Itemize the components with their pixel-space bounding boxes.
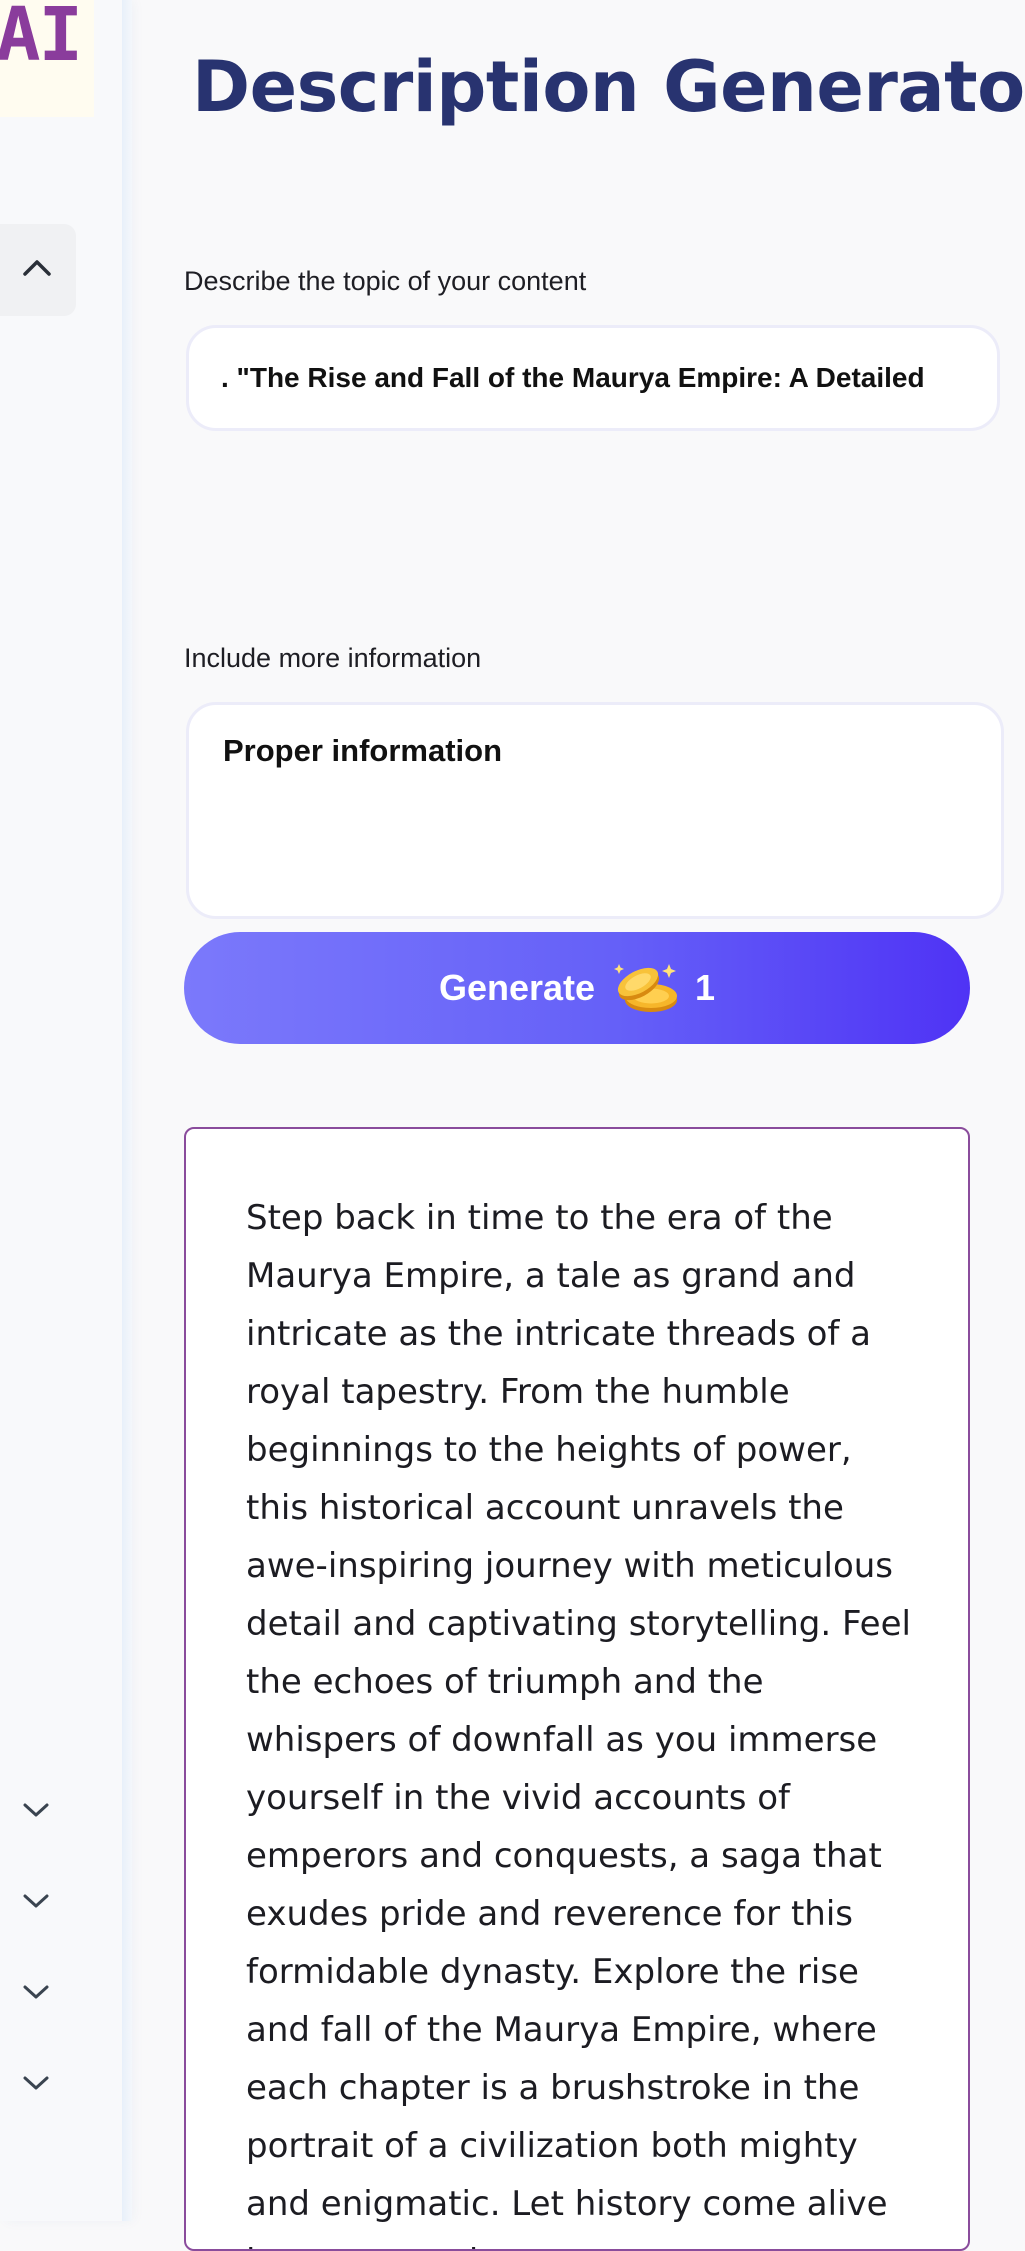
logo[interactable]: AI bbox=[0, 0, 94, 117]
logo-text: AI bbox=[0, 0, 83, 78]
sidebar-expand-item-1[interactable] bbox=[22, 1800, 50, 1820]
chevron-down-icon bbox=[23, 1894, 49, 1908]
info-textarea[interactable]: Proper information bbox=[186, 702, 1004, 919]
info-label: Include more information bbox=[184, 643, 482, 673]
topic-label: Describe the topic of your content bbox=[184, 266, 587, 296]
generated-description[interactable]: Step back in time to the era of the Maur… bbox=[246, 1189, 922, 2249]
sidebar-divider bbox=[122, 0, 132, 2221]
chevron-up-icon bbox=[23, 260, 51, 276]
output-panel: Step back in time to the era of the Maur… bbox=[184, 1127, 970, 2251]
chevron-down-icon bbox=[23, 1985, 49, 1999]
page-title: Description Generator bbox=[192, 46, 1025, 128]
sidebar-expand-item-2[interactable] bbox=[22, 1891, 50, 1911]
sidebar-expand-item-4[interactable] bbox=[22, 2073, 50, 2093]
chevron-down-icon bbox=[23, 2076, 49, 2090]
chevron-down-icon bbox=[23, 1803, 49, 1817]
generate-cost: 1 bbox=[695, 967, 716, 1008]
sidebar-collapse-button[interactable] bbox=[0, 224, 76, 316]
coins-icon bbox=[609, 958, 681, 1018]
generate-label: Generate bbox=[438, 967, 596, 1008]
generate-button[interactable]: Generate 1 bbox=[184, 932, 970, 1044]
topic-input[interactable] bbox=[186, 325, 1000, 431]
sidebar: AI bbox=[0, 0, 127, 2221]
sidebar-expand-item-3[interactable] bbox=[22, 1982, 50, 2002]
